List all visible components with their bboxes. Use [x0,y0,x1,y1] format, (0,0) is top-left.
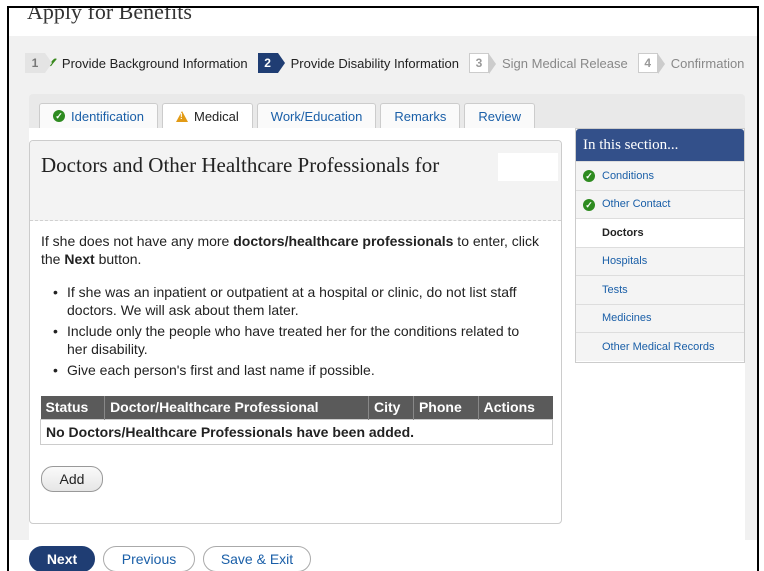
content-area: 1 ✔ Provide Background Information 2 Pro… [9,36,757,568]
sidebar-item-conditions[interactable]: ✓ Conditions [576,161,744,190]
intro-next-word: Next [64,251,95,267]
sidebar-item-tests[interactable]: Tests [576,275,744,304]
step-3: 3 Sign Medical Release [468,53,628,74]
instruction-item: Include only the people who have treated… [41,322,541,358]
sidebar-item-label: Conditions [602,169,654,182]
table-header-row: Status Doctor/Healthcare Professional Ci… [40,396,553,419]
sidebar-item-label: Other Medical Records [602,340,715,353]
column-header-status: Status [40,396,106,419]
tab-label: Identification [71,108,144,124]
step-label: Confirmation [670,55,745,71]
sidebar-item-other-contact[interactable]: ✓ Other Contact [576,189,744,218]
page-title: Apply for Benefits [27,6,192,24]
sidebar-item-medicines[interactable]: Medicines [576,303,744,332]
next-button[interactable]: Next [29,546,95,571]
sidebar-item-doctors: Doctors [576,218,744,247]
panel-header: Doctors and Other Healthcare Professiona… [30,141,561,221]
step-number: 2 [257,53,285,73]
doctors-table: Status Doctor/Healthcare Professional Ci… [40,396,553,445]
redacted-name [498,153,558,181]
intro-text: If she does not have any more doctors/he… [41,232,546,268]
add-doctor-button[interactable]: Add [41,466,103,492]
tab-label: Remarks [394,108,447,124]
footer-actions: Next Previous Save & Exit [9,540,757,571]
empty-table-message: No Doctors/Healthcare Professionals have… [40,418,553,445]
tab-list: ✓ Identification ! Medical Work/Educatio… [39,103,539,128]
sidebar-item-hospitals[interactable]: Hospitals [576,246,744,275]
sidebar-item-label: Hospitals [602,255,648,268]
check-circle-icon: ✓ [53,110,65,122]
tab-label: Work/Education [270,108,363,124]
doctors-panel: Doctors and Other Healthcare Professiona… [29,140,562,524]
sidebar-item-label: Doctors [602,226,644,239]
main-content: Doctors and Other Healthcare Professiona… [29,128,745,568]
check-circle-icon: ✓ [583,198,595,211]
tab-work-education[interactable]: Work/Education [256,103,377,128]
sidebar-item-label: Other Contact [602,198,671,211]
check-circle-icon: ✓ [583,170,595,182]
sidebar-title: In this section... [576,129,744,161]
column-header-doctor: Doctor/Healthcare Professional [104,396,369,419]
app-window: Apply for Benefits 1 ✔ Provide Backgroun… [7,6,759,571]
tab-label: Review [478,108,521,124]
progress-steps: 1 ✔ Provide Background Information 2 Pro… [25,52,754,74]
intro-text-end: button. [94,251,142,267]
warning-icon: ! [176,110,188,122]
step-4: 4 Confirmation [637,53,745,74]
step-number: 4 [637,53,665,74]
tab-bar: ✓ Identification ! Medical Work/Educatio… [29,94,745,128]
column-header-city: City [368,396,414,419]
intro-text-start: If she does not have any more [41,233,234,249]
tab-remarks[interactable]: Remarks [380,103,461,128]
instruction-item: If she was an inpatient or outpatient at… [41,283,541,319]
section-sidebar: In this section... ✓ Conditions ✓ Other … [575,128,745,363]
table-row: No Doctors/Healthcare Professionals have… [40,418,553,445]
step-label: Provide Disability Information [290,55,459,71]
step-number: 3 [468,53,496,74]
save-exit-button[interactable]: Save & Exit [203,546,311,571]
step-number: 1 [25,53,52,73]
tab-label: Medical [194,108,239,124]
intro-bold-term: doctors/healthcare professionals [233,233,454,249]
sidebar-item-other-medical-records[interactable]: Other Medical Records [576,332,744,361]
column-header-phone: Phone [413,396,479,419]
instruction-list: If she was an inpatient or outpatient at… [41,283,541,382]
panel-title: Doctors and Other Healthcare Professiona… [41,153,440,177]
column-header-actions: Actions [478,396,553,419]
step-2: 2 Provide Disability Information [257,53,459,73]
tab-medical[interactable]: ! Medical [162,103,253,128]
sidebar-item-label: Medicines [602,312,652,325]
step-1: 1 ✔ Provide Background Information [25,53,248,73]
instruction-item: Give each person's first and last name i… [41,361,541,379]
sidebar-item-label: Tests [602,283,628,296]
tab-identification[interactable]: ✓ Identification [39,103,158,128]
step-label: Sign Medical Release [501,55,628,71]
previous-button[interactable]: Previous [103,546,195,571]
page-header: Apply for Benefits [9,8,757,36]
step-label: Provide Background Information [61,55,248,71]
tab-review[interactable]: Review [464,103,535,128]
